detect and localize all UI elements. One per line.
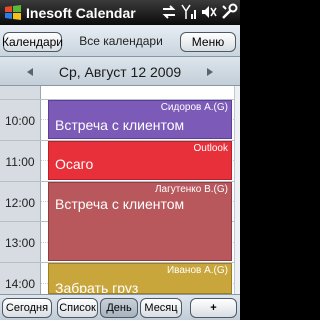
calendars-button[interactable]: Календари xyxy=(2,32,63,52)
toolbar: Календари Все календари Меню xyxy=(0,25,240,57)
month-view-button[interactable]: Месяц xyxy=(140,298,182,318)
calendar-filter-title: Все календари xyxy=(79,34,163,48)
event-subject: Встреча с клиентом xyxy=(55,196,185,212)
next-day-arrow-icon[interactable] xyxy=(203,65,217,79)
event-owner: Лагутенко В.(G) xyxy=(154,184,228,195)
today-button[interactable]: Сегодня xyxy=(2,298,52,318)
time-label: 12:00 xyxy=(4,196,36,210)
time-label: 10:00 xyxy=(4,114,36,128)
event-block[interactable]: Лагутенко В.(G) Встреча с клиентом xyxy=(48,182,232,261)
list-view-button[interactable]: Список xyxy=(57,298,98,318)
event-block[interactable]: Сидоров А.(G) Встреча с клиентом xyxy=(48,100,232,139)
current-date[interactable]: Ср, Август 12 2009 xyxy=(40,64,200,80)
date-navigation-bar: Ср, Август 12 2009 xyxy=(0,57,240,86)
time-label: 11:00 xyxy=(5,155,35,169)
title-bar: Inesoft Calendar xyxy=(0,0,240,25)
event-owner: Сидоров А.(G) xyxy=(160,102,228,113)
event-subject: Встреча с клиентом xyxy=(55,117,185,133)
day-schedule-grid[interactable]: 10:00 11:00 12:00 13:00 14:00 Сидоров А.… xyxy=(0,86,240,294)
previous-day-arrow-icon[interactable] xyxy=(23,65,37,79)
time-label: 13:00 xyxy=(4,236,36,250)
volume-muted-icon[interactable] xyxy=(200,3,218,21)
time-label: 14:00 xyxy=(4,277,36,291)
event-block[interactable]: Outlook Осаго xyxy=(48,141,232,180)
event-owner: Outlook xyxy=(193,143,228,154)
event-block[interactable]: Иванов А.(G) Забрать груз xyxy=(48,263,232,294)
event-owner: Иванов А.(G) xyxy=(166,265,228,276)
connectivity-icon[interactable] xyxy=(160,3,178,21)
day-view-button[interactable]: День xyxy=(100,298,138,318)
schedule-scroll-edge xyxy=(234,86,240,294)
settings-wrench-icon[interactable] xyxy=(220,3,238,21)
view-switcher-bar: Сегодня Список День Месяц + xyxy=(0,294,240,320)
menu-button[interactable]: Меню xyxy=(180,32,236,52)
event-subject: Осаго xyxy=(55,156,94,172)
event-subject: Забрать груз xyxy=(55,280,139,294)
signal-icon[interactable] xyxy=(180,3,198,21)
app-title: Inesoft Calendar xyxy=(26,4,136,21)
windows-start-icon[interactable] xyxy=(2,2,24,24)
add-event-button[interactable]: + xyxy=(190,298,237,318)
